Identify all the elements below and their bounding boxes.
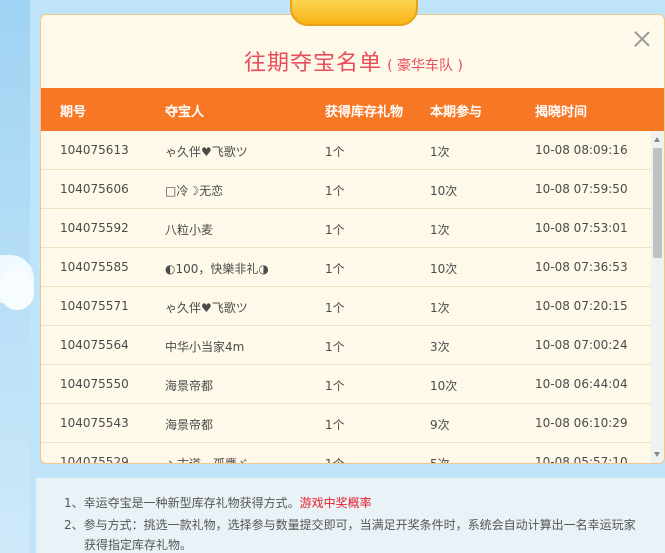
- cell-gift: 1个: [325, 301, 345, 315]
- modal-subtitle: ( 豪华车队 ): [387, 58, 463, 74]
- cell-period: 104075571: [60, 299, 129, 313]
- note-text-1: 1、幸运夺宝是一种新型库存礼物获得方式。: [64, 496, 300, 510]
- cell-winner: 八粒小麦: [165, 223, 214, 237]
- table-body[interactable]: 104075613 ゃ久伴♥飞歌ツ 1个 1次 10-08 08:09:16 1…: [41, 131, 651, 464]
- note-line-2: 2、参与方式：挑选一款礼物，选择参与数量提交即可，当满足开奖条件时，系统会自动计…: [64, 518, 636, 532]
- cell-reveal-time: 10-08 07:59:50: [535, 182, 628, 196]
- table-header: 期号 夺宝人 获得库存礼物 本期参与 揭晓时间: [41, 88, 664, 131]
- cell-participation: 1次: [430, 301, 450, 315]
- cell-reveal-time: 10-08 08:09:16: [535, 143, 628, 157]
- table-row: 104075550 海景帝都 1个 10次 10-08 06:44:04: [41, 365, 651, 404]
- cell-winner: 中华小当家4m: [165, 340, 245, 354]
- cell-gift: 1个: [325, 457, 345, 464]
- cell-participation: 10次: [430, 184, 458, 198]
- cell-period: 104075529: [60, 455, 129, 464]
- cell-participation: 10次: [430, 262, 458, 276]
- cell-winner: ゝ古道、孤鹰ゞ: [165, 457, 250, 464]
- cell-winner: ゃ久伴♥飞歌ツ: [165, 301, 248, 315]
- rules-notes: 1、幸运夺宝是一种新型库存礼物获得方式。游戏中奖概率 2、参与方式：挑选一款礼物…: [36, 478, 665, 553]
- cell-reveal-time: 10-08 07:53:01: [535, 221, 628, 235]
- win-probability-link[interactable]: 游戏中奖概率: [300, 496, 372, 510]
- table-row: 104075543 海景帝都 1个 9次 10-08 06:10:29: [41, 404, 651, 443]
- table-row: 104075613 ゃ久伴♥飞歌ツ 1个 1次 10-08 08:09:16: [41, 131, 651, 170]
- scroll-down-arrow-icon[interactable]: [651, 446, 664, 463]
- cell-winner: 海景帝都: [165, 379, 214, 393]
- header-period: 期号: [60, 105, 87, 120]
- note-line-1: 1、幸运夺宝是一种新型库存礼物获得方式。游戏中奖概率: [64, 494, 372, 511]
- table-row: 104075585 ◐100，快樂非礼◑ 1个 10次 10-08 07:36:…: [41, 248, 651, 287]
- cell-winner: ゃ久伴♥飞歌ツ: [165, 145, 248, 159]
- cell-reveal-time: 10-08 07:20:15: [535, 299, 628, 313]
- table-row: 104075606 □冷☽无恋 1个 10次 10-08 07:59:50: [41, 170, 651, 209]
- cell-winner: 海景帝都: [165, 418, 214, 432]
- cell-participation: 3次: [430, 340, 450, 354]
- cell-gift: 1个: [325, 340, 345, 354]
- cell-gift: 1个: [325, 184, 345, 198]
- cell-gift: 1个: [325, 262, 345, 276]
- table-row: 104075592 八粒小麦 1个 1次 10-08 07:53:01: [41, 209, 651, 248]
- cell-reveal-time: 10-08 06:10:29: [535, 416, 628, 430]
- cell-period: 104075606: [60, 182, 129, 196]
- table-scrollbar[interactable]: [651, 131, 664, 463]
- close-icon[interactable]: [634, 31, 650, 47]
- table-row: 104075564 中华小当家4m 1个 3次 10-08 07:00:24: [41, 326, 651, 365]
- header-reveal-time: 揭晓时间: [535, 105, 588, 120]
- cell-participation: 1次: [430, 223, 450, 237]
- table-row: 104075571 ゃ久伴♥飞歌ツ 1个 1次 10-08 07:20:15: [41, 287, 651, 326]
- cell-participation: 5次: [430, 457, 450, 464]
- cell-gift: 1个: [325, 418, 345, 432]
- header-winner: 夺宝人: [165, 105, 205, 120]
- cell-reveal-time: 10-08 06:44:04: [535, 377, 628, 391]
- cell-winner: □冷☽无恋: [165, 184, 224, 198]
- scrollbar-thumb[interactable]: [653, 148, 662, 258]
- cell-period: 104075585: [60, 260, 129, 274]
- modal-header: 往期夺宝名单 ( 豪华车队 ): [41, 45, 664, 77]
- cell-participation: 10次: [430, 379, 458, 393]
- cell-period: 104075592: [60, 221, 129, 235]
- modal-title: 往期夺宝名单: [244, 51, 383, 76]
- cell-gift: 1个: [325, 223, 345, 237]
- header-participation: 本期参与: [430, 105, 483, 120]
- cell-period: 104075543: [60, 416, 129, 430]
- cell-period: 104075613: [60, 143, 129, 157]
- modal-top-tab-decoration: [290, 0, 418, 26]
- scroll-up-arrow-icon[interactable]: [651, 131, 664, 148]
- cell-period: 104075550: [60, 377, 129, 391]
- cell-reveal-time: 10-08 07:36:53: [535, 260, 628, 274]
- note-line-3: 获得指定库存礼物。: [84, 538, 193, 552]
- cell-reveal-time: 10-08 05:57:10: [535, 455, 628, 464]
- cloud-decoration: [0, 270, 34, 310]
- past-winners-modal: 往期夺宝名单 ( 豪华车队 ) 期号 夺宝人 获得库存礼物 本期参与 揭晓时间 …: [40, 14, 665, 464]
- cell-gift: 1个: [325, 145, 345, 159]
- cell-period: 104075564: [60, 338, 129, 352]
- cell-participation: 1次: [430, 145, 450, 159]
- cell-winner: ◐100，快樂非礼◑: [165, 262, 269, 276]
- header-gift: 获得库存礼物: [325, 105, 404, 120]
- cell-gift: 1个: [325, 379, 345, 393]
- table-row: 104075529 ゝ古道、孤鹰ゞ 1个 5次 10-08 05:57:10: [41, 443, 651, 464]
- cell-reveal-time: 10-08 07:00:24: [535, 338, 628, 352]
- cell-participation: 9次: [430, 418, 450, 432]
